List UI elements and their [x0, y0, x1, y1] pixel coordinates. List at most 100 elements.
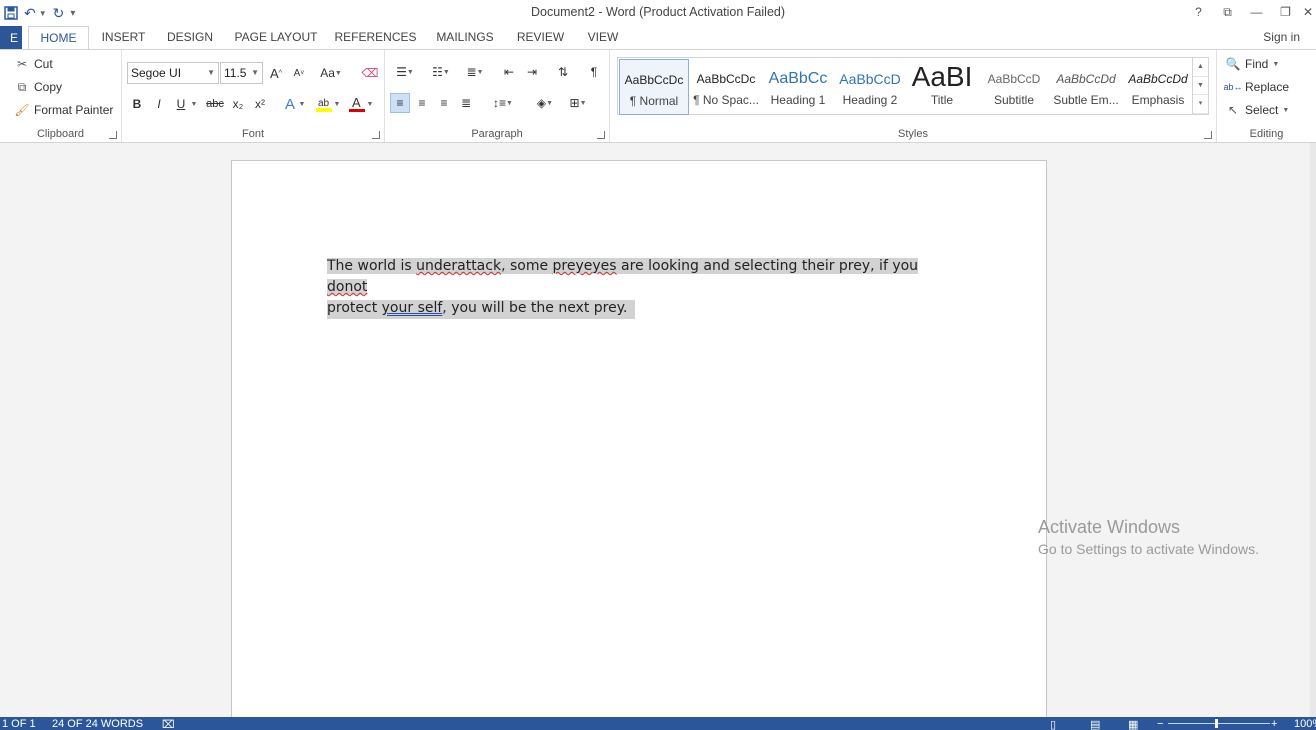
- shrink-font-button[interactable]: A ˅: [289, 63, 309, 83]
- bullets-icon: ☰: [396, 65, 407, 79]
- read-mode-icon[interactable]: ▯: [1050, 718, 1056, 730]
- highlight-color-icon[interactable]: ab: [314, 94, 334, 114]
- tab-design[interactable]: DESIGN: [162, 26, 218, 50]
- select-label: Select: [1245, 103, 1279, 117]
- restore-button[interactable]: ❐: [1271, 5, 1300, 19]
- tab-review[interactable]: REVIEW: [512, 26, 569, 50]
- change-case-button[interactable]: Aa ▼: [317, 63, 345, 83]
- find-label: Find: [1245, 57, 1269, 71]
- vertical-scrollbar[interactable]: [1310, 143, 1316, 717]
- multilevel-list-button[interactable]: ≣ ▼: [459, 62, 491, 82]
- style-heading-2[interactable]: AaBbCcD Heading 2: [835, 59, 905, 115]
- font-name-combo[interactable]: Segoe UI ▼: [127, 62, 219, 84]
- increase-indent-icon[interactable]: ⇥: [522, 62, 542, 82]
- word-count[interactable]: 24 OF 24 WORDS: [52, 718, 143, 730]
- line-spacing-button[interactable]: ↕≡ ▼: [487, 93, 519, 113]
- align-right-icon[interactable]: ≡: [434, 93, 454, 113]
- borders-button[interactable]: ⊞ ▼: [563, 93, 593, 113]
- italic-button[interactable]: I: [149, 94, 169, 114]
- page-count[interactable]: 1 OF 1: [2, 718, 36, 730]
- sort-icon[interactable]: ⇅: [553, 62, 573, 82]
- gallery-more-icon[interactable]: ▾: [1193, 95, 1208, 114]
- paintbrush-icon: 🖌: [14, 103, 30, 117]
- clear-formatting-icon[interactable]: ⌫: [360, 63, 380, 83]
- numbering-icon: ☷: [432, 65, 443, 79]
- print-layout-icon[interactable]: ▤: [1090, 718, 1100, 730]
- style-heading-1[interactable]: AaBbCc Heading 1: [763, 59, 833, 115]
- align-center-icon[interactable]: ≡: [412, 93, 432, 113]
- grammar-flagged-text[interactable]: your self: [382, 300, 443, 316]
- underline-dropdown-icon[interactable]: ▼: [188, 94, 200, 114]
- zoom-level[interactable]: 100%: [1294, 718, 1316, 730]
- copy-button[interactable]: ⧉ Copy: [14, 79, 62, 95]
- find-icon: 🔍: [1225, 57, 1241, 71]
- tab-references[interactable]: REFERENCES: [334, 26, 417, 50]
- clipboard-launcher-icon[interactable]: [109, 131, 117, 139]
- document-body[interactable]: The world is underattack, some preyeyes …: [327, 256, 947, 319]
- gallery-up-icon[interactable]: ▲: [1193, 58, 1208, 77]
- cut-label: Cut: [34, 57, 53, 71]
- gallery-down-icon[interactable]: ▼: [1193, 77, 1208, 96]
- style-normal[interactable]: AaBbCcDc ¶ Normal: [619, 59, 689, 115]
- style-title[interactable]: AaBI Title: [907, 59, 977, 115]
- ribbon-display-icon[interactable]: ⧉: [1213, 5, 1242, 20]
- show-formatting-icon[interactable]: ¶: [584, 62, 604, 82]
- document-page[interactable]: The world is underattack, some preyeyes …: [231, 160, 1047, 717]
- numbering-button[interactable]: ☷ ▼: [425, 62, 457, 82]
- tab-page-layout[interactable]: PAGE LAYOUT: [230, 26, 322, 50]
- tab-mailings[interactable]: MAILINGS: [430, 26, 500, 50]
- format-painter-button[interactable]: 🖌 Format Painter: [14, 102, 113, 118]
- tab-home[interactable]: HOME: [28, 26, 89, 50]
- replace-label: Replace: [1245, 80, 1290, 94]
- zoom-slider-thumb[interactable]: [1215, 719, 1218, 728]
- styles-group-label: Styles: [898, 128, 928, 140]
- select-button[interactable]: ↖ Select ▼: [1225, 102, 1289, 118]
- minimize-button[interactable]: —: [1242, 5, 1271, 19]
- document-line-2: protect your self, you will be the next …: [327, 298, 947, 319]
- font-launcher-icon[interactable]: [372, 131, 380, 139]
- misspelled-word[interactable]: underattack: [416, 258, 501, 274]
- shading-button[interactable]: ◈ ▼: [530, 93, 560, 113]
- web-layout-icon[interactable]: ▦: [1128, 718, 1138, 730]
- tab-view[interactable]: VIEW: [582, 26, 624, 50]
- decrease-indent-icon[interactable]: ⇤: [499, 62, 519, 82]
- tab-file[interactable]: E: [0, 26, 22, 50]
- style-subtle-emphasis[interactable]: AaBbCcDd Subtle Em...: [1051, 59, 1121, 115]
- copy-label: Copy: [34, 80, 63, 94]
- misspelled-word[interactable]: donot: [327, 279, 367, 295]
- styles-launcher-icon[interactable]: [1204, 131, 1212, 139]
- paragraph-launcher-icon[interactable]: [597, 131, 605, 139]
- strikethrough-button[interactable]: abc: [204, 94, 226, 114]
- highlight-dropdown-icon[interactable]: ▼: [332, 94, 342, 114]
- replace-button[interactable]: ab↔ Replace: [1224, 79, 1290, 95]
- zoom-slider[interactable]: [1168, 723, 1270, 724]
- text-effects-dropdown-icon[interactable]: ▼: [297, 94, 307, 114]
- font-color-icon[interactable]: A: [347, 94, 367, 114]
- svg-text:A: A: [352, 95, 361, 110]
- misspelled-word[interactable]: preyeyes: [553, 258, 617, 274]
- sign-in-link[interactable]: Sign in: [1263, 30, 1300, 44]
- tab-insert[interactable]: INSERT: [96, 26, 151, 50]
- justify-icon[interactable]: ≣: [456, 93, 476, 113]
- align-left-icon[interactable]: ≡: [390, 93, 410, 113]
- bullets-button[interactable]: ☰ ▼: [389, 62, 421, 82]
- style-subtitle[interactable]: AaBbCcD Subtitle: [979, 59, 1049, 115]
- format-painter-label: Format Painter: [34, 103, 114, 117]
- grow-font-button[interactable]: A ^: [266, 63, 286, 83]
- style-no-spacing[interactable]: AaBbCcDc ¶ No Spac...: [691, 59, 761, 115]
- zoom-in-icon[interactable]: +: [1271, 718, 1277, 730]
- superscript-button[interactable]: x²: [250, 94, 270, 114]
- subscript-button[interactable]: x₂: [228, 94, 248, 114]
- font-size-combo[interactable]: 11.5 ▼: [220, 62, 263, 84]
- style-emphasis[interactable]: AaBbCcDd Emphasis: [1123, 59, 1193, 115]
- close-button[interactable]: ✕: [1300, 5, 1316, 19]
- help-icon[interactable]: ?: [1184, 5, 1213, 19]
- bold-button[interactable]: B: [127, 94, 147, 114]
- cut-button[interactable]: ✂ Cut: [14, 56, 53, 72]
- find-button[interactable]: 🔍 Find ▼: [1225, 56, 1280, 72]
- font-color-dropdown-icon[interactable]: ▼: [365, 94, 375, 114]
- proofing-icon[interactable]: ⌧: [162, 718, 175, 730]
- watermark-subtitle: Go to Settings to activate Windows.: [1038, 541, 1259, 557]
- font-group: Segoe UI ▼ 11.5 ▼ A ^ A ˅ Aa ▼ ⌫ B I U ▼ ab…: [122, 50, 385, 142]
- zoom-out-icon[interactable]: −: [1157, 718, 1163, 730]
